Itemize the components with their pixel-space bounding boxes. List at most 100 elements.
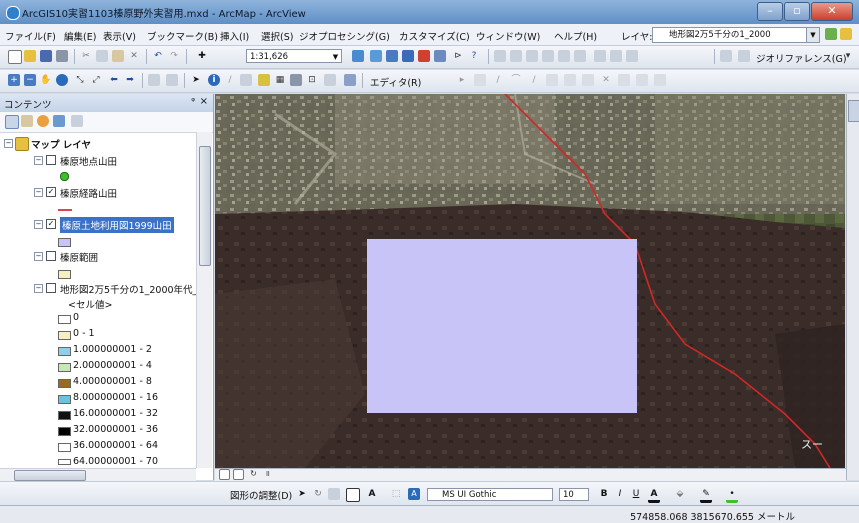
save-icon[interactable] [40, 50, 52, 62]
collapse-toggle[interactable]: − [34, 220, 43, 229]
pan-icon[interactable]: ✋ [40, 74, 52, 86]
print-icon[interactable] [56, 50, 68, 62]
options-icon[interactable] [71, 115, 83, 127]
minimize-button[interactable]: – [757, 2, 783, 21]
copy-icon[interactable] [96, 50, 108, 62]
redo-icon[interactable]: ↷ [168, 50, 180, 62]
menu-bookmarks[interactable]: ブックマーク(B) [147, 29, 218, 43]
select-elements-icon[interactable]: ➤ [296, 488, 308, 500]
hyperlink-icon[interactable] [240, 74, 252, 86]
drawing-menu[interactable]: 図形の調整(D) [230, 488, 292, 502]
full-extent-icon[interactable] [56, 74, 68, 86]
list-by-visibility-icon[interactable] [37, 115, 49, 127]
fixed-zoom-in-icon[interactable]: ⤡ [74, 74, 86, 86]
layer-visibility-checkbox[interactable] [46, 283, 56, 293]
underline-icon[interactable]: U [630, 488, 642, 500]
font-combo[interactable]: MS UI Gothic [427, 488, 553, 501]
menu-selection[interactable]: 選択(S) [261, 29, 293, 43]
scrollbar-thumb[interactable] [14, 470, 86, 481]
go-to-xy-icon[interactable]: ⊡ [306, 74, 318, 86]
fixed-zoom-out-icon[interactable]: ⤢ [90, 74, 102, 86]
georeferencing-menu[interactable]: ジオリファレンス(G) [756, 51, 847, 65]
time-slider-icon[interactable] [324, 74, 336, 86]
undo-icon[interactable]: ↶ [152, 50, 164, 62]
back-extent-icon[interactable]: ⬅ [108, 74, 120, 86]
layer-visibility-checkbox[interactable] [46, 155, 56, 165]
catalog-tab-icon[interactable] [848, 100, 859, 122]
editor-menu[interactable]: エディタ(R) [370, 75, 421, 89]
select-elements-icon[interactable]: ➤ [190, 74, 202, 86]
list-by-drawing-order-icon[interactable] [5, 115, 19, 129]
zoom-in-icon[interactable]: + [8, 74, 20, 86]
layout-view-icon[interactable] [233, 469, 244, 480]
italic-icon[interactable]: I [614, 488, 626, 500]
georef-rotate-icon[interactable] [738, 50, 750, 62]
toc-window-icon[interactable] [370, 50, 382, 62]
find-icon[interactable]: ▦ [274, 74, 286, 86]
toc-layer-name[interactable]: 榛原経路山田 [60, 186, 117, 200]
pin-icon[interactable]: ᵠ [191, 97, 195, 107]
add-data-icon[interactable]: ✚ [196, 50, 208, 62]
collapse-toggle[interactable]: − [4, 139, 13, 148]
menu-windows[interactable]: ウィンドウ(W) [476, 29, 540, 43]
collapse-toggle[interactable]: − [34, 252, 43, 261]
collapse-toggle[interactable]: − [34, 156, 43, 165]
menu-insert[interactable]: 挿入(I) [220, 29, 249, 43]
catalog-window-icon[interactable] [386, 50, 398, 62]
bold-icon[interactable]: B [598, 488, 610, 500]
layer-selector-dropdown[interactable]: 地形図2万5千分の1_2000 ▼ [652, 27, 820, 43]
georef-tool-icon[interactable] [825, 28, 837, 40]
clear-selection-icon[interactable] [166, 74, 178, 86]
folder-icon[interactable] [840, 28, 852, 40]
layer-visibility-checkbox[interactable] [46, 251, 56, 261]
list-by-selection-icon[interactable] [53, 115, 65, 127]
measure-icon[interactable] [258, 74, 270, 86]
map-scale-combo[interactable]: 1:31,626 ▼ [246, 49, 342, 63]
python-window-icon[interactable] [434, 50, 446, 62]
toc-vertical-scrollbar[interactable] [196, 132, 212, 468]
close-icon[interactable]: × [200, 96, 208, 107]
find-route-icon[interactable] [290, 74, 302, 86]
cut-icon[interactable]: ✂ [80, 50, 92, 62]
georef-fit-icon[interactable] [720, 50, 732, 62]
open-folder-icon[interactable] [24, 50, 36, 62]
editor-toolbar-icon[interactable] [352, 50, 364, 62]
list-by-source-icon[interactable] [21, 115, 33, 127]
forward-extent-icon[interactable]: ➡ [124, 74, 136, 86]
land-use-polygon[interactable] [367, 239, 637, 413]
collapse-toggle[interactable]: − [34, 188, 43, 197]
menu-view[interactable]: 表示(V) [103, 29, 136, 43]
toc-layer-name[interactable]: 榛原地点山田 [60, 154, 117, 168]
menu-geoprocessing[interactable]: ジオプロセシング(G) [299, 29, 390, 43]
pause-icon[interactable]: ॥ [263, 469, 272, 478]
select-by-rectangle-icon[interactable] [148, 74, 160, 86]
scrollbar-thumb[interactable] [199, 146, 211, 266]
fill-color-icon[interactable]: ⬙ [674, 488, 686, 500]
toc-group-label[interactable]: マップ レイヤ [31, 137, 91, 151]
delete-icon[interactable]: ✕ [128, 50, 140, 62]
refresh-icon[interactable]: ↻ [249, 469, 258, 478]
chevron-down-icon[interactable]: ▾ [842, 50, 854, 62]
identify-icon[interactable]: i [208, 74, 220, 86]
menu-file[interactable]: ファイル(F) [5, 29, 56, 43]
whats-this-icon[interactable]: ? [468, 50, 480, 62]
layer-visibility-checkbox[interactable]: ✓ [46, 187, 56, 197]
create-viewer-icon[interactable] [344, 74, 356, 86]
marker-color-icon[interactable]: • [726, 488, 738, 503]
font-size-combo[interactable]: 10 [559, 488, 589, 501]
menu-help[interactable]: ヘルプ(H) [554, 29, 597, 43]
map-view[interactable]: スー [215, 94, 845, 468]
font-color-icon[interactable]: A [648, 488, 660, 503]
maximize-button[interactable]: ▫ [784, 2, 810, 21]
text-icon[interactable]: A [366, 488, 378, 500]
menu-edit[interactable]: 編集(E) [64, 29, 96, 43]
toc-layer-name-selected[interactable]: 榛原土地利用図1999山田 [60, 217, 174, 233]
zoom-out-icon[interactable]: − [24, 74, 36, 86]
zoom-whole-page-icon[interactable] [328, 488, 340, 500]
layer-visibility-checkbox[interactable]: ✓ [46, 219, 56, 229]
html-popup-icon[interactable]: / [224, 74, 236, 86]
menu-customize[interactable]: カスタマイズ(C) [399, 29, 470, 43]
search-window-icon[interactable] [402, 50, 414, 62]
toc-horizontal-scrollbar[interactable] [0, 468, 196, 481]
rotate-icon[interactable]: ↻ [312, 488, 324, 500]
